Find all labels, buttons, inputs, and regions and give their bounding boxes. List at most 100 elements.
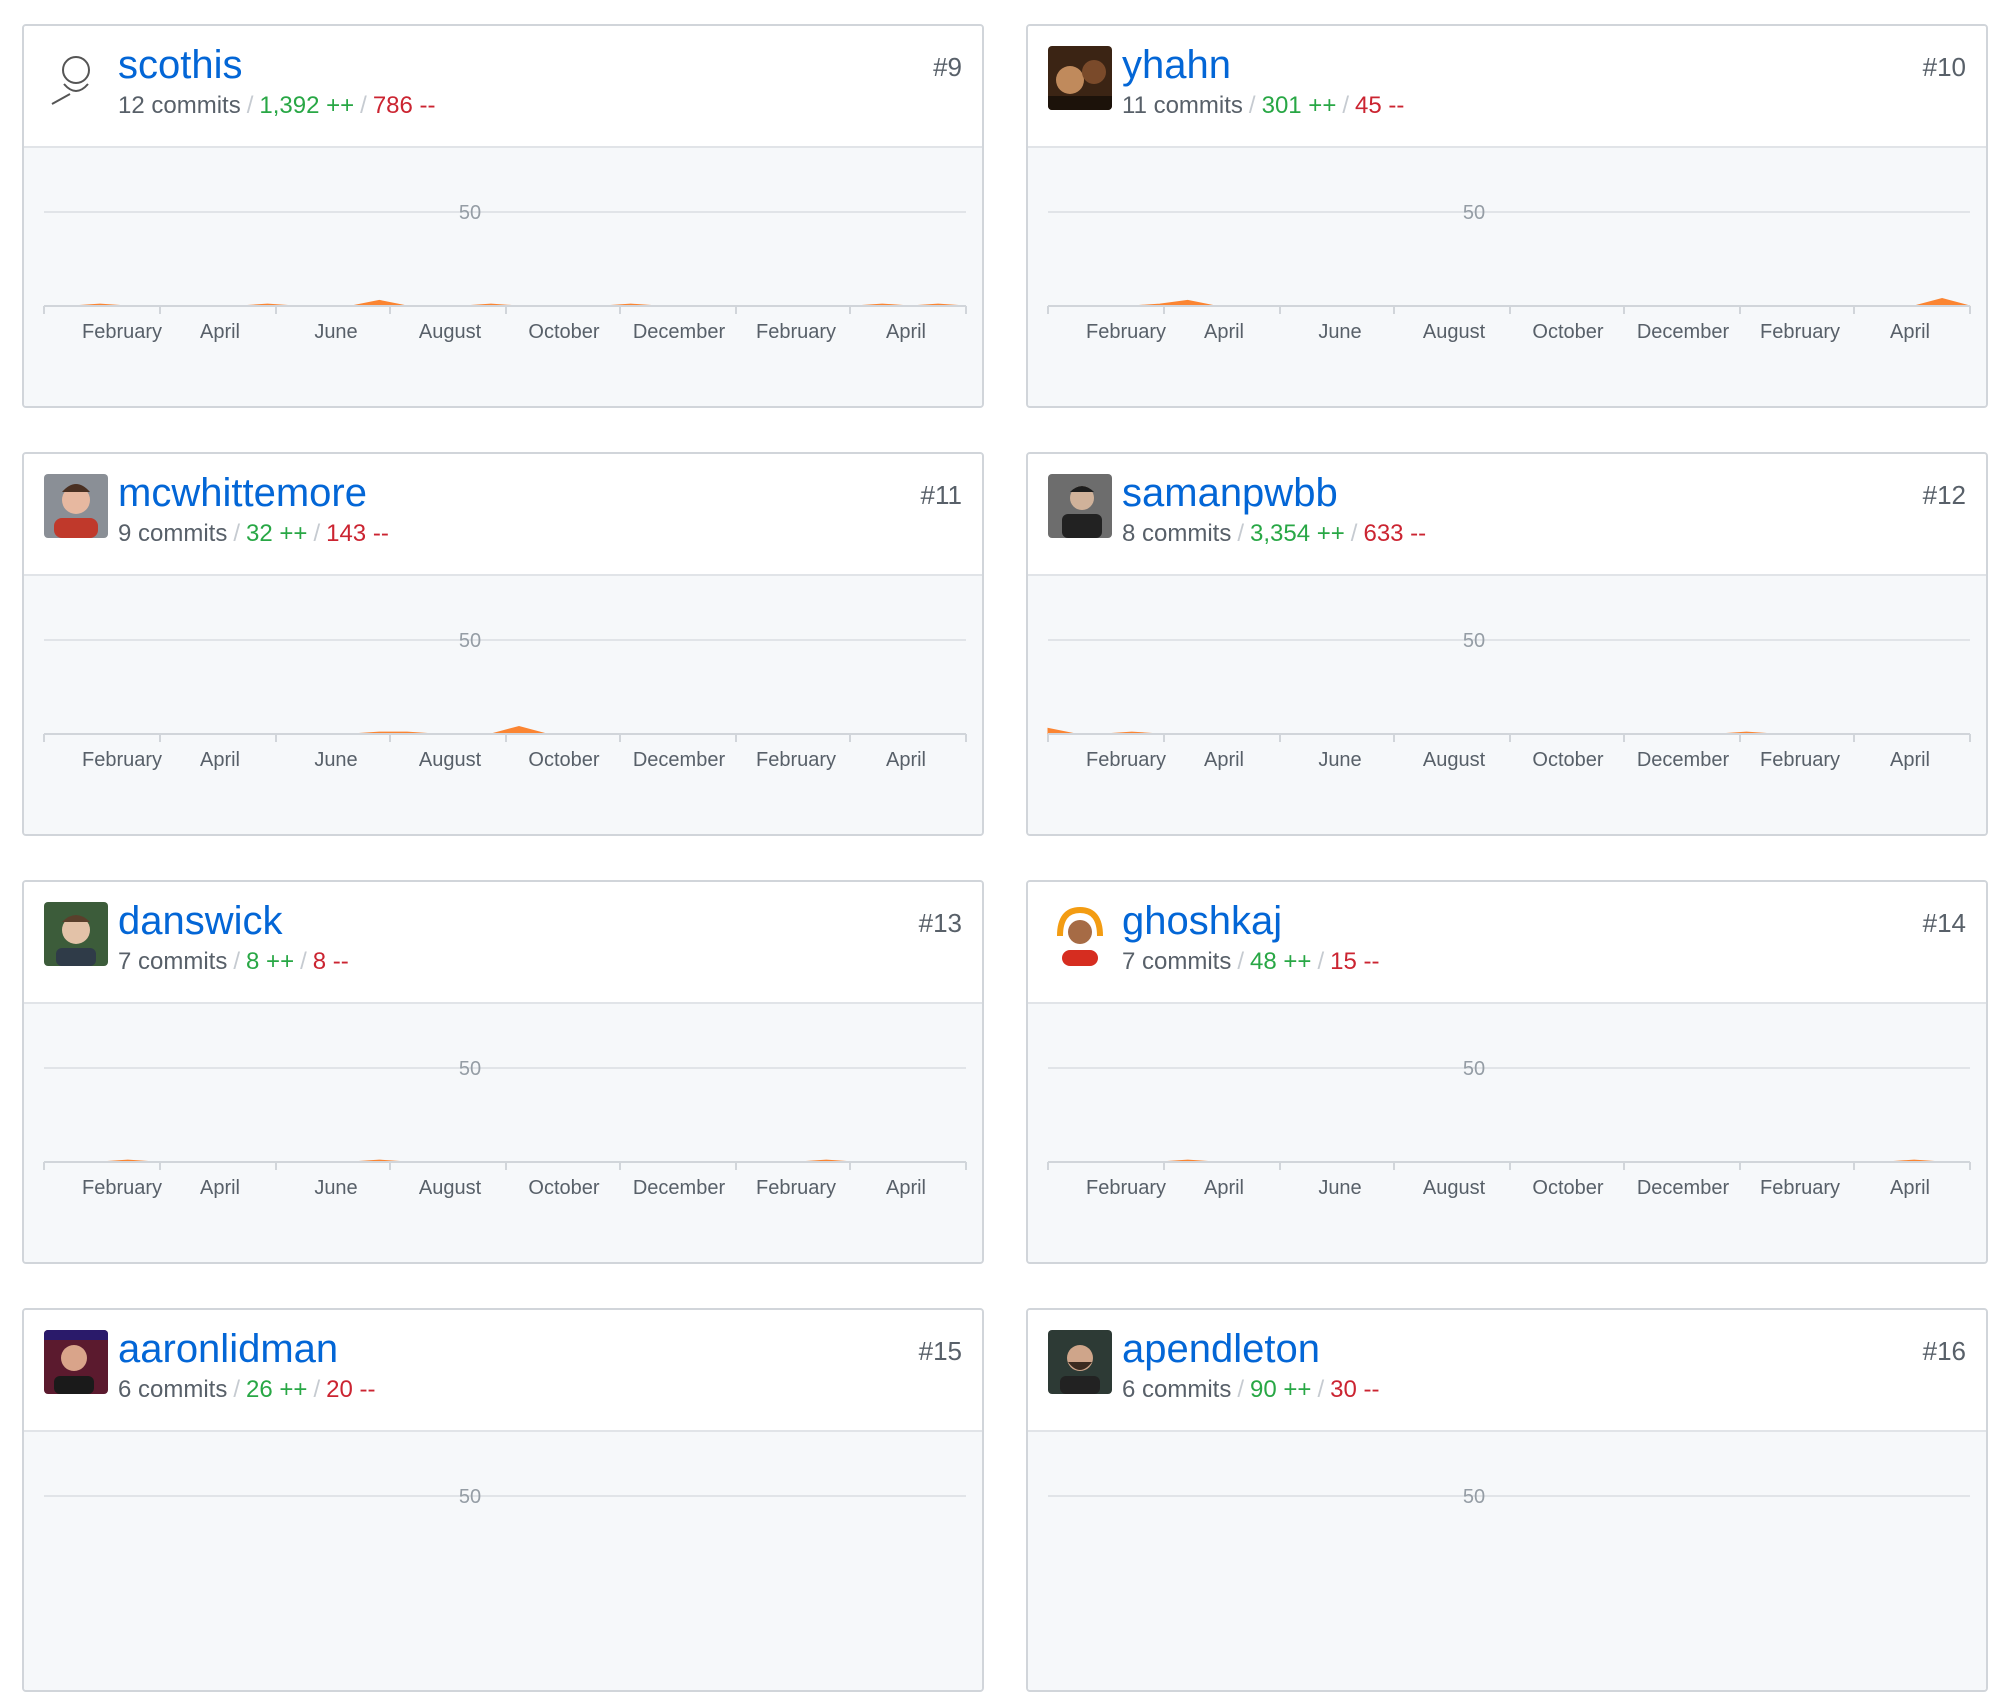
x-tick-label: April <box>1204 749 1244 771</box>
x-tick-label: October <box>528 1177 599 1199</box>
commit-count[interactable]: 11 commits <box>1122 92 1243 119</box>
contributor-login-link[interactable]: aaronlidman <box>118 1326 338 1372</box>
commit-count[interactable]: 9 commits <box>118 520 227 547</box>
chart-svg: 50 February April June August October December… <box>1047 202 1971 343</box>
additions-count: 301 ++ <box>1261 92 1337 119</box>
x-tick-label: April <box>886 1177 926 1199</box>
chart-svg: 50 <box>44 1486 966 1508</box>
avatar[interactable] <box>1048 46 1112 110</box>
contributor-stats: 11 commits/301 ++/45 -- <box>1122 92 1404 120</box>
additions-count: 3,354 ++ <box>1250 520 1345 547</box>
commit-activity-chart: 50 February April June August October December… <box>24 1004 982 1262</box>
avatar[interactable] <box>44 474 108 538</box>
chart-svg: 50 February April June August October December… <box>1047 1058 1971 1199</box>
contributor-login-link[interactable]: mcwhittemore <box>118 470 367 516</box>
y-tick-label: 50 <box>459 630 481 652</box>
commit-count[interactable]: 12 commits <box>118 92 241 119</box>
deletions-count: 15 -- <box>1330 948 1380 975</box>
separator: / <box>233 948 241 975</box>
contributor-login-link[interactable]: yhahn <box>1122 42 1231 88</box>
x-tick-label: April <box>1890 321 1930 343</box>
deletions-count: 30 -- <box>1330 1376 1380 1403</box>
y-tick-label: 50 <box>459 1486 481 1508</box>
contributor-stats: 7 commits/8 ++/8 -- <box>118 948 349 976</box>
contributor-card: scothis 12 commits/1,392 ++/786 -- #9 50 Feb… <box>22 24 984 408</box>
x-tick-label: February <box>756 321 836 343</box>
additions-count: 90 ++ <box>1250 1376 1312 1403</box>
contributor-login-link[interactable]: ghoshkaj <box>1122 898 1282 944</box>
x-tick-label: February <box>1760 1177 1840 1199</box>
x-tick-label: October <box>1532 749 1603 771</box>
contributor-login-link[interactable]: danswick <box>118 898 283 944</box>
x-tick-label: October <box>528 321 599 343</box>
contributor-card: mcwhittemore 9 commits/32 ++/143 -- #11 50 F… <box>22 452 984 836</box>
contributor-header: yhahn 11 commits/301 ++/45 -- #10 <box>1028 26 1986 148</box>
y-tick-label: 50 <box>459 1058 481 1080</box>
separator: / <box>1237 948 1245 975</box>
separator: / <box>233 520 241 547</box>
avatar[interactable] <box>1048 474 1112 538</box>
commit-activity-chart: 50 February April June August October December… <box>1028 1004 1986 1262</box>
contributor-header: apendleton 6 commits/90 ++/30 -- #16 <box>1028 1310 1986 1432</box>
commit-count[interactable]: 7 commits <box>1122 948 1231 975</box>
chart-svg: 50 <box>1048 1486 1970 1508</box>
x-tick-label: June <box>1318 321 1361 343</box>
avatar[interactable] <box>44 1330 108 1394</box>
x-tick-label: February <box>82 749 162 771</box>
separator: / <box>1342 92 1350 119</box>
x-tick-label: April <box>200 749 240 771</box>
x-tick-label: December <box>633 1177 726 1199</box>
additions-count: 26 ++ <box>246 1376 308 1403</box>
x-tick-label: June <box>314 1177 357 1199</box>
commit-count[interactable]: 6 commits <box>118 1376 227 1403</box>
commit-activity-chart: 50 February April June August October December… <box>24 576 982 834</box>
commit-activity-chart: 50 February April June August October December… <box>1028 576 1986 834</box>
contributor-stats: 6 commits/90 ++/30 -- <box>1122 1376 1379 1404</box>
x-tick-label: April <box>200 1177 240 1199</box>
contributor-header: aaronlidman 6 commits/26 ++/20 -- #15 <box>24 1310 982 1432</box>
chart-svg: 50 February April June August October December… <box>1047 630 1971 771</box>
contributor-rank: #10 <box>1922 52 1966 82</box>
commit-count[interactable]: 6 commits <box>1122 1376 1231 1403</box>
x-tick-label: August <box>419 321 482 343</box>
x-tick-label: February <box>1086 749 1166 771</box>
avatar[interactable] <box>1048 902 1112 966</box>
commit-area-series <box>44 725 966 735</box>
avatar[interactable] <box>44 46 108 110</box>
additions-count: 8 ++ <box>246 948 295 975</box>
contributor-card: samanpwbb 8 commits/3,354 ++/633 -- #12 50 F… <box>1026 452 1988 836</box>
x-tick-label: February <box>1086 321 1166 343</box>
separator: / <box>1248 92 1256 119</box>
x-tick-label: December <box>1637 1177 1730 1199</box>
deletions-count: 633 -- <box>1363 520 1427 547</box>
contributor-card: aaronlidman 6 commits/26 ++/20 -- #15 50 <box>22 1308 984 1692</box>
x-tick-label: December <box>1637 321 1730 343</box>
contributor-stats: 9 commits/32 ++/143 -- <box>118 520 389 548</box>
commit-count[interactable]: 7 commits <box>118 948 227 975</box>
contributor-header: scothis 12 commits/1,392 ++/786 -- #9 <box>24 26 982 148</box>
y-tick-label: 50 <box>1463 202 1485 224</box>
x-tick-label: February <box>1760 321 1840 343</box>
x-tick-label: April <box>1204 1177 1244 1199</box>
x-tick-label: February <box>82 1177 162 1199</box>
contributor-login-link[interactable]: apendleton <box>1122 1326 1320 1372</box>
separator: / <box>1350 520 1358 547</box>
additions-count: 32 ++ <box>246 520 308 547</box>
avatar[interactable] <box>1048 1330 1112 1394</box>
separator: / <box>313 1376 321 1403</box>
y-tick-label: 50 <box>459 202 481 224</box>
contributor-stats: 12 commits/1,392 ++/786 -- <box>118 92 436 120</box>
contributor-stats: 8 commits/3,354 ++/633 -- <box>1122 520 1426 548</box>
contributor-login-link[interactable]: samanpwbb <box>1122 470 1338 516</box>
contributor-rank: #9 <box>933 52 962 82</box>
x-tick-label: April <box>886 749 926 771</box>
x-tick-label: February <box>1086 1177 1166 1199</box>
avatar[interactable] <box>44 902 108 966</box>
x-tick-label: February <box>1760 749 1840 771</box>
commit-count[interactable]: 8 commits <box>1122 520 1231 547</box>
commit-activity-chart: 50 February April June August October December… <box>24 148 982 406</box>
contributor-login-link[interactable]: scothis <box>118 42 243 88</box>
separator: / <box>233 1376 241 1403</box>
x-tick-label: February <box>82 321 162 343</box>
deletions-count: 786 -- <box>372 92 436 119</box>
